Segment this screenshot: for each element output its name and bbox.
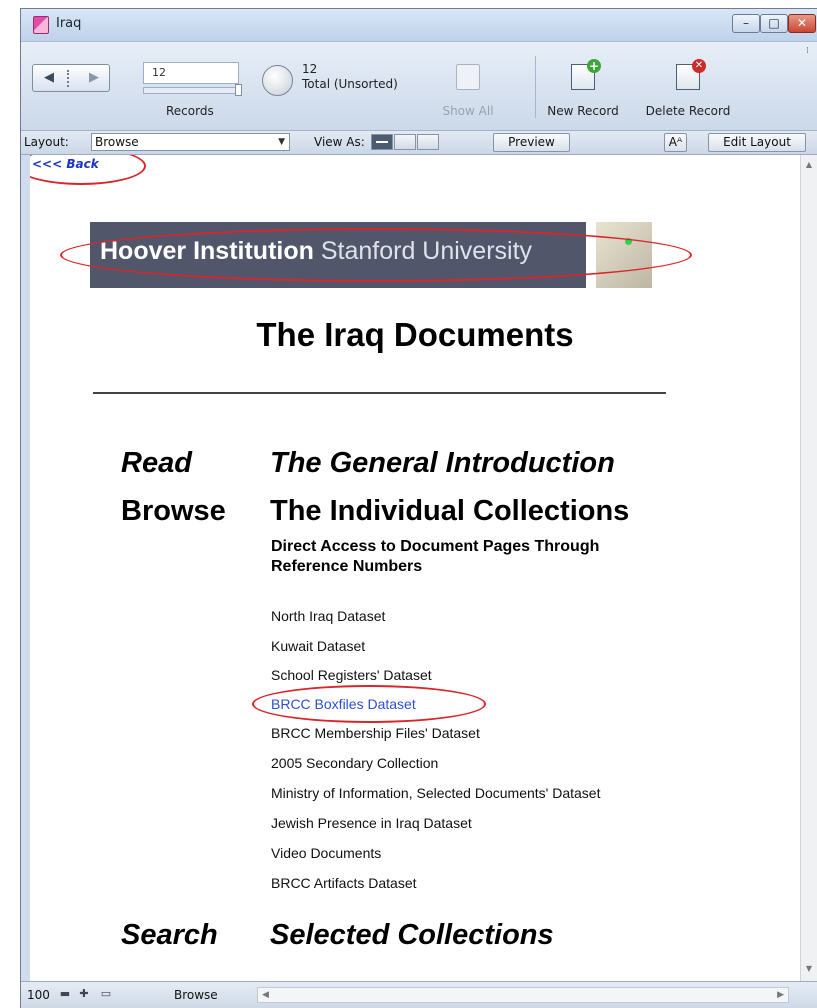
found-set-pie-icon xyxy=(262,65,293,96)
new-record-icon: + xyxy=(571,59,601,90)
dataset-link-north-iraq[interactable]: North Iraq Dataset xyxy=(271,608,385,624)
browse-subtitle-line2: Reference Numbers xyxy=(271,558,423,575)
maximize-icon: □ xyxy=(768,16,780,30)
new-record-label: New Record xyxy=(547,104,619,118)
vertical-scrollbar[interactable]: ▲ ▼ xyxy=(800,155,817,981)
annotation-circle-back xyxy=(30,155,146,185)
view-as-list-button[interactable] xyxy=(394,134,416,150)
layout-bar: Layout: Browse ▼ View As: Preview Aᴬ Edi… xyxy=(21,131,817,155)
dataset-link-brcc-membership[interactable]: BRCC Membership Files' Dataset xyxy=(271,725,480,741)
chevron-down-icon: ▼ xyxy=(278,137,285,147)
selected-collections-link[interactable]: Selected Collections xyxy=(270,919,554,952)
toggle-toolbar-icon[interactable]: ▭ xyxy=(99,988,113,1000)
annotation-circle-banner xyxy=(60,228,692,282)
total-records-count: 12 xyxy=(302,62,318,76)
page-title: The Iraq Documents xyxy=(256,316,574,353)
record-slider-thumb[interactable] xyxy=(235,84,242,96)
minimize-button[interactable]: – xyxy=(732,14,760,33)
zoom-level[interactable]: 100 xyxy=(27,988,50,1002)
delete-record-label: Delete Record xyxy=(645,104,731,118)
next-record-icon[interactable]: ▶ xyxy=(83,68,105,88)
toolbar-divider xyxy=(535,56,536,118)
app-window: Iraq – □ ✕ ◀ ▶ 12 Records 12 Total (Unso… xyxy=(20,8,817,1008)
scroll-right-icon[interactable]: ▶ xyxy=(777,988,784,1002)
browse-subtitle-line1: Direct Access to Document Pages Through xyxy=(271,538,600,555)
scroll-left-icon[interactable]: ◀ xyxy=(262,988,269,1002)
layout-content: <<< Back Hoover Institution Stanford Uni… xyxy=(30,155,800,981)
dataset-link-jewish-presence[interactable]: Jewish Presence in Iraq Dataset xyxy=(271,815,472,831)
total-records-label: Total (Unsorted) xyxy=(302,77,398,91)
view-as-label: View As: xyxy=(314,135,365,149)
layout-dropdown-value: Browse xyxy=(95,135,139,149)
record-book-navigator[interactable]: ◀ ▶ xyxy=(32,64,110,92)
read-label[interactable]: Read xyxy=(121,447,192,480)
general-introduction-link[interactable]: The General Introduction xyxy=(270,447,615,480)
toolbar-grip-icon[interactable]: ⁞ xyxy=(806,46,814,126)
maximize-button[interactable]: □ xyxy=(760,14,788,33)
annotation-circle-brcc-boxfiles xyxy=(252,685,486,723)
view-as-table-button[interactable] xyxy=(417,134,439,150)
title-divider xyxy=(93,392,666,394)
scroll-down-icon[interactable]: ▼ xyxy=(801,961,817,977)
dataset-link-ministry-information[interactable]: Ministry of Information, Selected Docume… xyxy=(271,785,600,801)
filemaker-app-icon xyxy=(33,16,49,34)
dataset-link-brcc-artifacts[interactable]: BRCC Artifacts Dataset xyxy=(271,875,417,891)
preview-button[interactable]: Preview xyxy=(493,133,570,152)
current-record-input[interactable]: 12 xyxy=(143,62,239,84)
scroll-up-icon[interactable]: ▲ xyxy=(801,157,817,173)
dataset-link-video-documents[interactable]: Video Documents xyxy=(271,845,381,861)
close-button[interactable]: ✕ xyxy=(788,14,816,33)
layout-label: Layout: xyxy=(24,135,69,149)
search-label[interactable]: Search xyxy=(121,919,218,952)
close-icon: ✕ xyxy=(796,16,808,30)
font-size-button[interactable]: Aᴬ xyxy=(664,133,687,152)
dataset-link-school-registers[interactable]: School Registers' Dataset xyxy=(271,667,432,683)
window-title: Iraq xyxy=(56,16,82,31)
bottom-status-bar: 100 ▬ ✚ ▭ Browse ◀ ▶ xyxy=(21,981,817,1008)
show-all-label: Show All xyxy=(442,104,494,118)
zoom-out-icon[interactable]: ▬ xyxy=(58,988,72,1000)
previous-record-icon[interactable]: ◀ xyxy=(38,68,60,88)
zoom-in-icon[interactable]: ✚ xyxy=(77,988,91,1000)
dataset-link-2005-secondary[interactable]: 2005 Secondary Collection xyxy=(271,755,438,771)
horizontal-scrollbar[interactable]: ◀ ▶ xyxy=(257,987,789,1003)
individual-collections-heading: The Individual Collections xyxy=(270,495,630,527)
title-bar: Iraq – □ ✕ xyxy=(21,9,817,41)
minimize-icon: – xyxy=(743,16,749,30)
mode-label[interactable]: Browse xyxy=(174,988,218,1002)
book-spine-icon xyxy=(67,70,77,87)
edit-layout-button[interactable]: Edit Layout xyxy=(708,133,806,152)
show-all-button[interactable]: Show All xyxy=(423,56,513,126)
new-record-button[interactable]: + New Record xyxy=(538,56,628,126)
layout-dropdown[interactable]: Browse ▼ xyxy=(91,133,290,151)
record-slider[interactable] xyxy=(143,87,241,94)
records-label: Records xyxy=(166,104,214,118)
dataset-link-kuwait[interactable]: Kuwait Dataset xyxy=(271,638,365,654)
delete-record-icon: ✕ xyxy=(676,59,706,90)
browse-label: Browse xyxy=(121,495,226,527)
view-as-form-button[interactable] xyxy=(371,134,393,150)
show-all-icon xyxy=(456,64,480,90)
status-toolbar: ◀ ▶ 12 Records 12 Total (Unsorted) Show … xyxy=(21,41,817,131)
delete-record-button[interactable]: ✕ Delete Record xyxy=(643,56,733,126)
